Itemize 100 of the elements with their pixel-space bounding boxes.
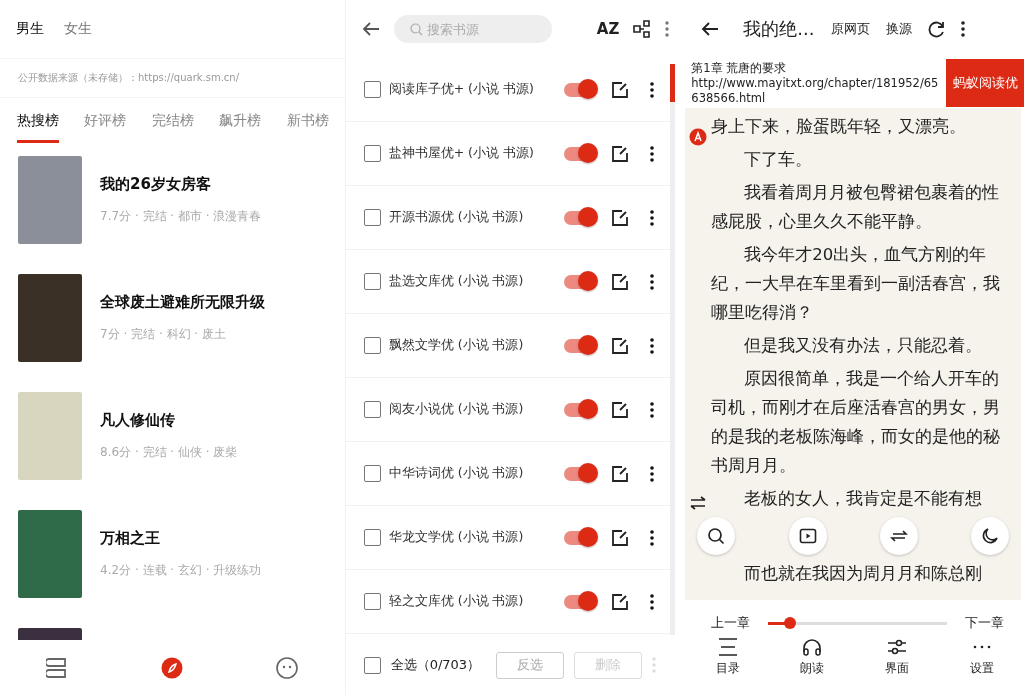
source-name: 中华诗词优 (小说 书源) bbox=[388, 465, 525, 482]
checkbox[interactable] bbox=[363, 465, 381, 482]
rank-tab[interactable]: 飙升榜 bbox=[219, 101, 262, 143]
book-title[interactable]: 凡人修仙传 bbox=[100, 411, 238, 430]
rank-tab[interactable]: 完结榜 bbox=[151, 101, 194, 143]
more-icon[interactable] bbox=[650, 81, 655, 98]
edit-icon[interactable] bbox=[612, 401, 629, 418]
paragraph: 而也就在我因为周月月和陈总刚 bbox=[743, 563, 984, 585]
more-icon[interactable] bbox=[650, 401, 655, 418]
ellipsis-icon bbox=[971, 645, 992, 649]
select-all-label[interactable]: 全选（0/703） bbox=[390, 656, 481, 674]
more-icon[interactable] bbox=[650, 529, 655, 546]
toggle-switch[interactable] bbox=[564, 466, 595, 481]
more-icon[interactable] bbox=[650, 465, 655, 482]
header-action[interactable]: 原网页 bbox=[830, 20, 870, 38]
menu-item[interactable]: 朗读 bbox=[800, 638, 825, 677]
checkbox[interactable] bbox=[363, 593, 381, 610]
book-title[interactable]: 我的26岁女房客 bbox=[100, 175, 262, 194]
edit-icon[interactable] bbox=[612, 273, 629, 290]
face-icon[interactable] bbox=[276, 656, 299, 679]
gender-tab[interactable]: 女生 bbox=[64, 20, 92, 38]
checkbox[interactable] bbox=[363, 337, 381, 354]
paragraph: 我今年才20出头，血气方刚的年纪，一大早在车里看到一副活春宫，我哪里吃得消？ bbox=[711, 244, 1002, 324]
toggle-switch[interactable] bbox=[564, 274, 595, 289]
toggle-switch[interactable] bbox=[564, 146, 595, 161]
more-icon[interactable] bbox=[960, 21, 965, 37]
search-icon bbox=[707, 527, 726, 545]
search-field[interactable]: 搜索书源 bbox=[393, 15, 552, 43]
toggle-switch[interactable] bbox=[564, 594, 595, 609]
header-action[interactable]: 换源 bbox=[885, 20, 912, 38]
back-arrow-icon[interactable] bbox=[361, 21, 380, 37]
checkbox[interactable] bbox=[363, 273, 381, 290]
autoplay-button[interactable] bbox=[788, 517, 827, 555]
moon-icon bbox=[981, 527, 999, 545]
more-icon[interactable] bbox=[650, 209, 655, 226]
edit-icon[interactable] bbox=[612, 593, 629, 610]
edit-icon[interactable] bbox=[612, 145, 629, 162]
menu-item[interactable]: 设置 bbox=[969, 638, 994, 677]
more-icon[interactable] bbox=[650, 337, 655, 354]
book-title[interactable]: 万相之王 bbox=[100, 529, 262, 548]
rank-tab[interactable]: 新书榜 bbox=[286, 101, 329, 143]
search-button[interactable] bbox=[697, 517, 736, 555]
checkbox[interactable] bbox=[363, 529, 381, 546]
slider-thumb[interactable] bbox=[783, 616, 796, 629]
checkbox[interactable] bbox=[363, 209, 381, 226]
group-icon[interactable] bbox=[633, 20, 652, 38]
source-name: 阅友小说优 (小说 书源) bbox=[388, 401, 525, 418]
refresh-icon[interactable] bbox=[927, 20, 945, 38]
edit-icon[interactable] bbox=[612, 529, 629, 546]
list-icon bbox=[717, 638, 738, 656]
gender-tab[interactable]: 男生 bbox=[16, 20, 44, 38]
book-meta: 8.6分 · 完结 · 仙侠 · 废柴 bbox=[100, 444, 238, 461]
source-name: 华龙文学优 (小说 书源) bbox=[388, 529, 525, 546]
more-icon[interactable] bbox=[650, 593, 655, 610]
source-name: 盐选文库优 (小说 书源) bbox=[388, 273, 525, 290]
rank-tab[interactable]: 热搜榜 bbox=[17, 101, 59, 143]
checkbox[interactable] bbox=[363, 145, 381, 162]
paragraph: 下了车。 bbox=[743, 149, 814, 171]
source-note: 公开数据来源（未存储）：https://quark.sm.cn/ bbox=[0, 59, 345, 98]
edit-icon[interactable] bbox=[612, 337, 629, 354]
back-arrow-icon[interactable] bbox=[701, 21, 720, 37]
book-title[interactable]: 全球废土避难所无限升级 bbox=[100, 293, 265, 312]
menu-item[interactable]: 界面 bbox=[884, 638, 909, 677]
source-button[interactable]: 蚂蚁阅读优 bbox=[946, 59, 1024, 107]
more-icon[interactable] bbox=[650, 145, 655, 162]
compass-icon[interactable] bbox=[161, 656, 184, 679]
source-name: 盐神书屋优+ (小说 书源) bbox=[388, 145, 535, 162]
headphones-icon bbox=[802, 638, 823, 656]
toggle-switch[interactable] bbox=[564, 530, 595, 545]
checkbox[interactable] bbox=[363, 401, 381, 418]
paragraph: 老板的女人，我肯定是不能有想 bbox=[743, 488, 984, 510]
menu-item[interactable]: 目录 bbox=[715, 638, 740, 677]
source-name: 阅读库子优+ (小说 书源) bbox=[388, 81, 535, 98]
toggle-switch[interactable] bbox=[564, 338, 595, 353]
more-icon[interactable] bbox=[650, 273, 655, 290]
edit-icon[interactable] bbox=[612, 81, 629, 98]
toggle-switch[interactable] bbox=[564, 82, 595, 97]
rank-tab[interactable]: 好评榜 bbox=[84, 101, 127, 143]
swap-icon[interactable] bbox=[690, 496, 707, 510]
swap-button[interactable] bbox=[879, 517, 918, 555]
paragraph: 原因很简单，我是一个给人开车的司机，而刚才在后座活春宫的男女，男的是我的老板陈海峰，而女的是他的秘书周月月。 bbox=[711, 368, 1002, 477]
paragraph: 但是我又没有办法，只能忍着。 bbox=[743, 335, 984, 357]
book-meta: 4.2分 · 连载 · 玄幻 · 升级练功 bbox=[100, 562, 262, 579]
previous-chapter-button[interactable]: 上一章 bbox=[711, 614, 751, 632]
night-mode-button[interactable] bbox=[971, 517, 1009, 555]
bookshelf-icon[interactable] bbox=[46, 657, 69, 678]
book-meta: 7分 · 完结 · 科幻 · 废土 bbox=[100, 326, 227, 343]
sliders-icon bbox=[886, 638, 907, 656]
scrollbar[interactable] bbox=[670, 64, 676, 635]
toggle-switch[interactable] bbox=[564, 210, 595, 225]
toggle-switch[interactable] bbox=[564, 402, 595, 417]
checkbox[interactable] bbox=[363, 81, 381, 98]
select-all-checkbox[interactable] bbox=[363, 656, 381, 674]
source-name: 轻之文库优 (小说 书源) bbox=[388, 593, 525, 610]
sort-button[interactable]: AZ bbox=[596, 20, 620, 38]
edit-icon[interactable] bbox=[612, 209, 629, 226]
font-badge-icon[interactable] bbox=[689, 128, 708, 146]
chapter-url[interactable]: http://www.mayitxt.org/chapter/181952/65638566.html bbox=[691, 75, 940, 106]
edit-icon[interactable] bbox=[612, 465, 629, 482]
next-chapter-button[interactable]: 下一章 bbox=[965, 614, 1004, 632]
